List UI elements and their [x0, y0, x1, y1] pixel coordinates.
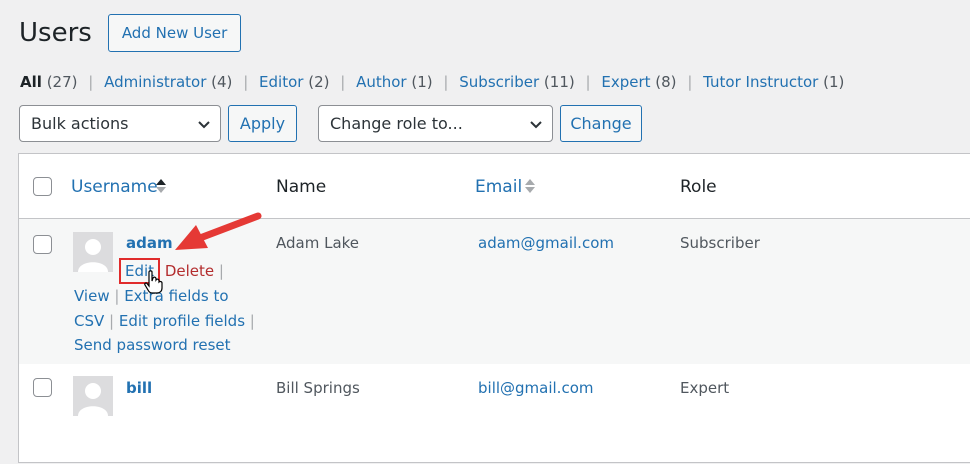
- bulk-actions-value: Bulk actions: [31, 114, 129, 133]
- user-name: Adam Lake: [276, 234, 360, 252]
- separator: |: [340, 73, 346, 91]
- sort-icon[interactable]: [524, 177, 536, 195]
- separator: |: [585, 73, 591, 91]
- filter-expert[interactable]: Expert: [601, 73, 650, 91]
- extra-fields-link-continued[interactable]: CSV: [74, 312, 104, 330]
- header: Users Add New User: [19, 14, 242, 52]
- annotation-arrow-icon: [175, 212, 262, 250]
- select-all-checkbox[interactable]: [33, 177, 52, 196]
- filter-subscriber[interactable]: Subscriber: [459, 73, 539, 91]
- separator: |: [687, 73, 693, 91]
- separator: |: [443, 73, 449, 91]
- user-email[interactable]: bill@gmail.com: [478, 379, 594, 397]
- user-name: Bill Springs: [276, 379, 360, 397]
- filter-tutor-instructor-count: (1): [823, 73, 845, 91]
- extra-fields-link[interactable]: Extra fields to: [124, 287, 228, 305]
- chevron-down-icon: [198, 121, 210, 129]
- filter-administrator[interactable]: Administrator: [104, 73, 206, 91]
- chevron-down-icon: [530, 121, 542, 129]
- bulk-actions-select[interactable]: Bulk actions: [19, 105, 221, 142]
- separator: |: [243, 73, 249, 91]
- filter-subscriber-count: (11): [543, 73, 575, 91]
- separator: |: [88, 73, 94, 91]
- filter-expert-count: (8): [655, 73, 677, 91]
- change-role-select[interactable]: Change role to...: [318, 105, 553, 142]
- user-role: Expert: [680, 379, 730, 397]
- sort-icon[interactable]: [155, 177, 167, 195]
- hand-cursor-icon: [144, 270, 163, 294]
- add-new-user-button[interactable]: Add New User: [107, 14, 242, 52]
- username-link[interactable]: bill: [126, 379, 152, 397]
- filter-tutor-instructor[interactable]: Tutor Instructor: [703, 73, 818, 91]
- row-actions: Edit Delete | View | Extra fields to CSV…: [74, 258, 255, 358]
- user-role: Subscriber: [680, 234, 760, 252]
- users-table: Username Name Email Role adam Edit Delet…: [18, 153, 970, 463]
- filter-author[interactable]: Author: [356, 73, 407, 91]
- column-role: Role: [680, 177, 717, 197]
- column-name: Name: [276, 177, 327, 197]
- delete-link[interactable]: Delete: [165, 262, 214, 280]
- table-row: bill Bill Springs bill@gmail.com Expert: [19, 364, 970, 464]
- user-email[interactable]: adam@gmail.com: [478, 234, 614, 252]
- row-checkbox[interactable]: [33, 378, 52, 397]
- default-avatar-icon: [78, 383, 108, 416]
- column-email[interactable]: Email: [475, 177, 522, 197]
- send-password-reset-link[interactable]: Send password reset: [74, 336, 231, 354]
- username-link[interactable]: adam: [126, 234, 173, 252]
- edit-profile-fields-link[interactable]: Edit profile fields: [119, 312, 245, 330]
- filter-administrator-count: (4): [211, 73, 233, 91]
- filter-editor-count: (2): [308, 73, 330, 91]
- change-role-value: Change role to...: [330, 114, 463, 133]
- filter-author-count: (1): [411, 73, 433, 91]
- filter-all-count: (27): [46, 73, 78, 91]
- view-link[interactable]: View: [74, 287, 110, 305]
- filter-editor[interactable]: Editor: [259, 73, 303, 91]
- table-header: Username Name Email Role: [19, 154, 970, 219]
- change-role-button[interactable]: Change: [560, 105, 642, 142]
- role-filter-links: All (27) | Administrator (4) | Editor (2…: [20, 73, 844, 91]
- apply-button[interactable]: Apply: [228, 105, 297, 142]
- filter-all[interactable]: All: [20, 73, 42, 91]
- column-username[interactable]: Username: [71, 177, 158, 197]
- avatar: [73, 376, 113, 416]
- page-title: Users: [19, 18, 92, 48]
- row-checkbox[interactable]: [33, 235, 52, 254]
